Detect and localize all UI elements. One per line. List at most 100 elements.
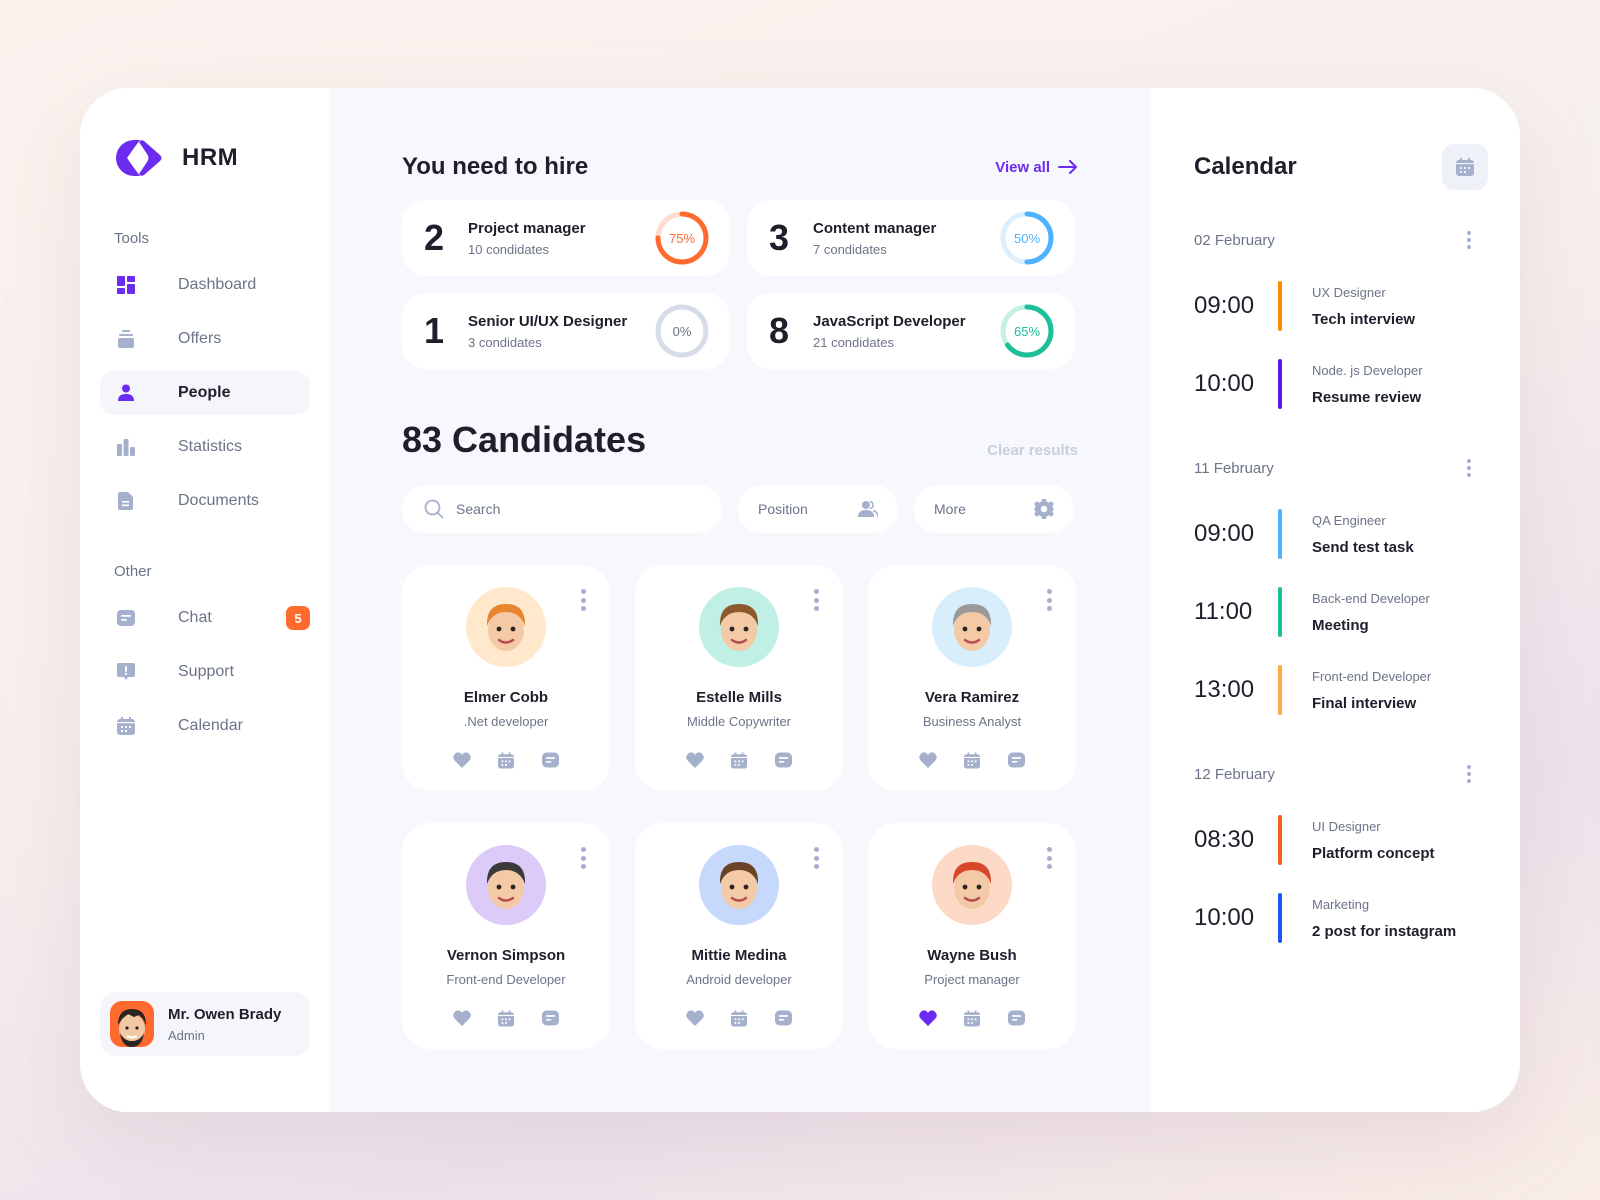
message-icon[interactable] — [1007, 751, 1025, 769]
progress-ring: 65% — [999, 303, 1055, 359]
more-options-icon[interactable] — [1044, 847, 1054, 869]
more-filter[interactable]: More — [914, 485, 1074, 533]
avatar — [466, 587, 546, 667]
more-options-icon[interactable] — [578, 589, 588, 611]
heart-icon[interactable] — [919, 1009, 937, 1027]
support-icon — [116, 662, 136, 682]
candidate-card[interactable]: Vernon Simpson Front-end Developer — [402, 823, 610, 1049]
more-options-icon[interactable] — [1464, 231, 1474, 249]
heart-icon[interactable] — [919, 751, 937, 769]
hire-candidates-count: 7 condidates — [813, 241, 887, 257]
candidate-card[interactable]: Vera Ramirez Business Analyst — [868, 565, 1076, 791]
hire-card[interactable]: 1 Senior UI/UX Designer 3 condidates 0% — [402, 293, 730, 369]
message-icon[interactable] — [774, 1009, 792, 1027]
day-header: 11 February — [1194, 456, 1488, 480]
position-filter[interactable]: Position — [738, 485, 898, 533]
sidebar-item-label: Chat — [178, 609, 212, 626]
calendar-icon — [1456, 158, 1474, 176]
candidate-role: Middle Copywriter — [686, 714, 792, 729]
schedule-calendar-icon[interactable] — [730, 751, 748, 769]
sidebar-item-label: Calendar — [178, 717, 243, 734]
more-options-icon[interactable] — [578, 847, 588, 869]
candidate-card[interactable]: Mittie Medina Android developer — [635, 823, 843, 1049]
message-icon[interactable] — [541, 751, 559, 769]
more-options-icon[interactable] — [811, 847, 821, 869]
hire-header: You need to hire View all — [402, 152, 1078, 182]
more-options-icon[interactable] — [1464, 765, 1474, 783]
candidate-role: Business Analyst — [922, 714, 1022, 729]
candidate-card[interactable]: Estelle Mills Middle Copywriter — [635, 565, 843, 791]
schedule-calendar-icon[interactable] — [497, 1009, 515, 1027]
more-options-icon[interactable] — [1464, 459, 1474, 477]
heart-icon[interactable] — [453, 751, 471, 769]
sidebar-item-support[interactable]: Support — [100, 650, 310, 694]
candidate-actions — [686, 751, 792, 769]
sidebar-item-dashboard[interactable]: Dashboard — [100, 263, 310, 307]
clear-results-button[interactable]: Clear results — [987, 442, 1078, 461]
schedule-calendar-icon[interactable] — [963, 1009, 981, 1027]
event-time: 10:00 — [1194, 370, 1255, 397]
message-icon[interactable] — [1007, 1009, 1025, 1027]
candidate-actions — [919, 1009, 1025, 1027]
sidebar: HRM Tools Dashboard Offers People Statis… — [80, 88, 330, 1112]
heart-icon[interactable] — [453, 1009, 471, 1027]
more-options-icon[interactable] — [811, 589, 821, 611]
sidebar-item-label: Statistics — [178, 438, 243, 455]
candidate-card[interactable]: Wayne Bush Project manager — [868, 823, 1076, 1049]
day-header: 12 February — [1194, 762, 1488, 786]
user-profile[interactable]: Mr. Owen Brady Admin — [100, 992, 310, 1056]
candidate-name: Vera Ramirez — [924, 689, 1020, 706]
message-icon[interactable] — [774, 751, 792, 769]
hire-card[interactable]: 3 Content manager 7 condidates 50% — [747, 200, 1075, 276]
search-box[interactable] — [402, 485, 722, 533]
event-title: Send test task — [1312, 538, 1414, 556]
event-title: 2 post for instagram — [1312, 922, 1457, 940]
event-role: QA Engineer — [1312, 512, 1386, 528]
more-options-icon[interactable] — [1044, 589, 1054, 611]
schedule-calendar-icon[interactable] — [730, 1009, 748, 1027]
heart-icon[interactable] — [686, 751, 704, 769]
dashboard-icon — [116, 275, 136, 295]
hire-card[interactable]: 8 JavaScript Developer 21 condidates 65% — [747, 293, 1075, 369]
hire-position: Senior UI/UX Designer — [468, 312, 628, 330]
gear-icon — [1034, 499, 1054, 519]
calendar-event[interactable]: 10:00 Marketing 2 post for instagram — [1194, 893, 1488, 943]
calendar-event[interactable]: 13:00 Front-end Developer Final intervie… — [1194, 665, 1488, 715]
sidebar-item-calendar[interactable]: Calendar — [100, 704, 310, 748]
sidebar-item-statistics[interactable]: Statistics — [100, 425, 310, 469]
schedule-calendar-icon[interactable] — [497, 751, 515, 769]
calendar-event[interactable]: 08:30 UI Designer Platform concept — [1194, 815, 1488, 865]
sidebar-item-documents[interactable]: Documents — [100, 479, 310, 523]
event-color-bar — [1278, 893, 1282, 943]
sidebar-item-chat[interactable]: Chat 5 — [100, 596, 310, 640]
schedule-calendar-icon[interactable] — [963, 751, 981, 769]
sidebar-item-people[interactable]: People — [100, 371, 310, 415]
calendar-event[interactable]: 09:00 UX Designer Tech interview — [1194, 281, 1488, 331]
logo[interactable]: HRM — [114, 138, 330, 178]
more-filter-label: More — [934, 501, 966, 517]
event-title: Platform concept — [1312, 844, 1435, 862]
message-icon[interactable] — [541, 1009, 559, 1027]
calendar-event[interactable]: 10:00 Node. js Developer Resume review — [1194, 359, 1488, 409]
calendar-event[interactable]: 09:00 QA Engineer Send test task — [1194, 509, 1488, 559]
candidate-card[interactable]: Elmer Cobb .Net developer — [402, 565, 610, 791]
sidebar-item-offers[interactable]: Offers — [100, 317, 310, 361]
view-all-link[interactable]: View all — [995, 159, 1078, 176]
candidate-name: Mittie Medina — [691, 947, 787, 964]
calendar-button[interactable] — [1442, 144, 1488, 190]
other-section-label: Other — [114, 563, 152, 580]
event-time: 09:00 — [1194, 292, 1255, 319]
calendar-event[interactable]: 11:00 Back-end Developer Meeting — [1194, 587, 1488, 637]
search-input[interactable] — [456, 501, 696, 517]
profile-name: Mr. Owen Brady — [168, 1005, 282, 1023]
hire-card[interactable]: 2 Project manager 10 condidates 75% — [402, 200, 730, 276]
candidate-role: Project manager — [924, 972, 1020, 987]
heart-icon[interactable] — [686, 1009, 704, 1027]
event-color-bar — [1278, 359, 1282, 409]
event-role: UI Designer — [1312, 818, 1381, 834]
sidebar-item-label: Documents — [178, 492, 259, 509]
hire-section-title: You need to hire — [402, 153, 589, 180]
progress-percent: 0% — [672, 323, 692, 339]
hire-position: Content manager — [813, 219, 937, 237]
event-time: 10:00 — [1194, 904, 1255, 931]
